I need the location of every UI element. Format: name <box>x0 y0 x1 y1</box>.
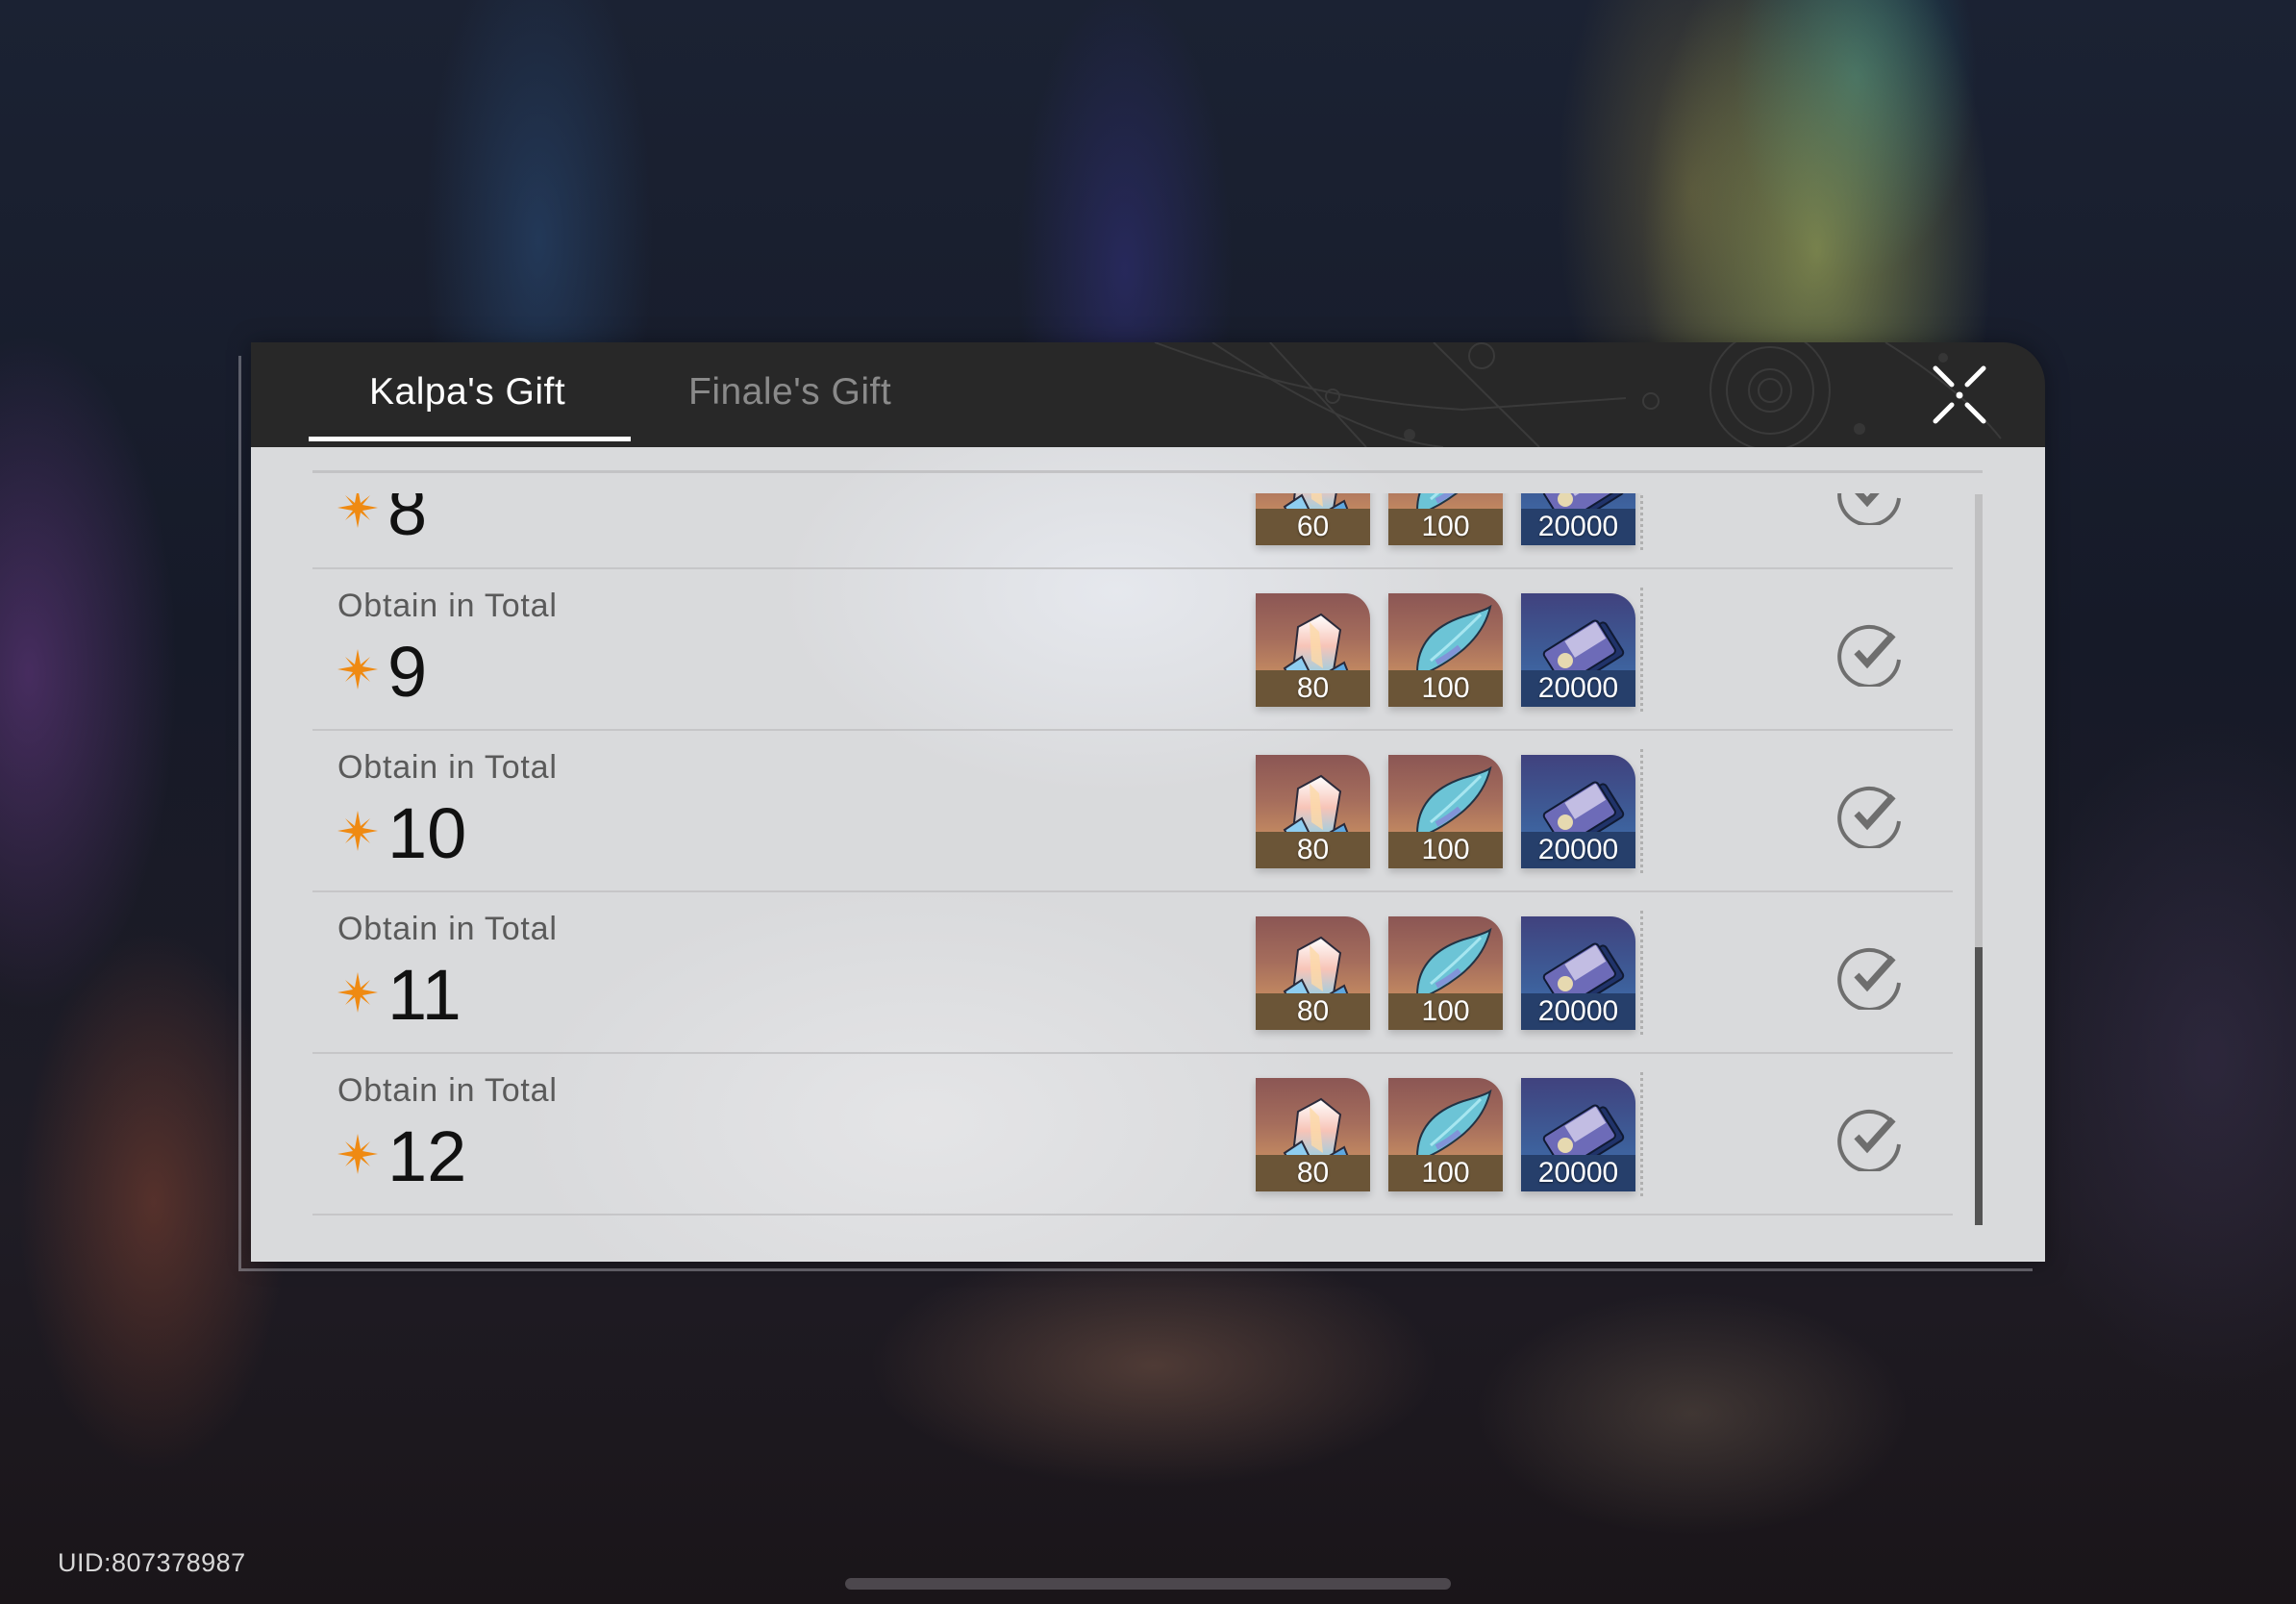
orange-star-icon <box>337 1134 378 1174</box>
tab-kalpas-gift[interactable]: Kalpa's Gift <box>369 363 565 421</box>
gift-panel: Kalpa's Gift Finale's Gift Obtain in Tot… <box>251 342 2045 1262</box>
claimed-check-icon <box>1837 624 1901 687</box>
orange-star-icon <box>337 972 378 1013</box>
reward-separator <box>1640 749 1643 874</box>
reward-item[interactable]: 80 <box>1256 1078 1370 1191</box>
tab-finales-gift[interactable]: Finale's Gift <box>688 363 891 421</box>
reward-list[interactable]: Obtain in Total 8 <box>312 493 1953 1224</box>
reward-items: 60 100 20000 <box>1256 493 1650 551</box>
reward-item[interactable]: 100 <box>1388 755 1503 868</box>
orange-star-icon <box>337 811 378 851</box>
row-count: 12 <box>387 1116 467 1196</box>
reward-item[interactable]: 80 <box>1256 916 1370 1030</box>
reward-items: 80 100 20000 <box>1256 749 1650 874</box>
reward-quantity: 80 <box>1256 993 1370 1030</box>
reward-quantity: 20000 <box>1521 509 1635 545</box>
reward-item[interactable]: 20000 <box>1521 755 1635 868</box>
panel-body: Obtain in Total 8 <box>251 447 2045 1262</box>
reward-quantity: 100 <box>1388 832 1503 868</box>
uid-label: UID:807378987 <box>58 1548 246 1577</box>
claimed-check-icon <box>1837 493 1901 525</box>
row-count: 9 <box>387 632 428 712</box>
close-button[interactable] <box>1920 363 1999 427</box>
list-top-divider <box>312 470 1983 473</box>
row-label: Obtain in Total <box>337 911 558 947</box>
row-label: Obtain in Total <box>337 1072 558 1109</box>
reward-row: Obtain in Total 12 80 100 20000 <box>312 1054 1953 1216</box>
reward-separator <box>1640 1072 1643 1197</box>
reward-item[interactable]: 80 <box>1256 593 1370 707</box>
reward-item[interactable]: 20000 <box>1521 493 1635 545</box>
claimed-check-icon <box>1837 947 1901 1010</box>
reward-item[interactable]: 80 <box>1256 755 1370 868</box>
row-count: 11 <box>387 955 462 1035</box>
home-indicator[interactable] <box>845 1578 1451 1590</box>
orange-star-icon <box>337 493 378 528</box>
orange-star-icon <box>337 649 378 689</box>
row-label: Obtain in Total <box>337 749 558 786</box>
panel-header: Kalpa's Gift Finale's Gift <box>251 342 2045 447</box>
reward-items: 80 100 20000 <box>1256 911 1650 1036</box>
reward-quantity: 20000 <box>1521 670 1635 707</box>
reward-quantity: 20000 <box>1521 993 1635 1030</box>
claimed-check-icon <box>1837 1109 1901 1171</box>
reward-quantity: 80 <box>1256 1155 1370 1191</box>
reward-separator <box>1640 493 1643 551</box>
reward-item[interactable]: 20000 <box>1521 1078 1635 1191</box>
reward-quantity: 60 <box>1256 509 1370 545</box>
reward-quantity: 20000 <box>1521 1155 1635 1191</box>
active-tab-indicator <box>309 437 631 441</box>
reward-item[interactable]: 20000 <box>1521 916 1635 1030</box>
reward-row: Obtain in Total 8 <box>312 493 1953 569</box>
scrollbar-thumb[interactable] <box>1975 947 1983 1225</box>
reward-item[interactable]: 100 <box>1388 493 1503 545</box>
reward-quantity: 100 <box>1388 670 1503 707</box>
reward-item[interactable]: 100 <box>1388 593 1503 707</box>
reward-items: 80 100 20000 <box>1256 1072 1650 1197</box>
reward-row: Obtain in Total 9 80 100 20000 <box>312 569 1953 731</box>
scrollbar-track[interactable] <box>1975 494 1983 1225</box>
reward-quantity: 100 <box>1388 993 1503 1030</box>
reward-separator <box>1640 588 1643 713</box>
reward-item[interactable]: 60 <box>1256 493 1370 545</box>
reward-row: Obtain in Total 10 80 100 20000 <box>312 731 1953 892</box>
reward-quantity: 20000 <box>1521 832 1635 868</box>
reward-item[interactable]: 100 <box>1388 916 1503 1030</box>
row-label: Obtain in Total <box>337 588 558 624</box>
reward-item[interactable]: 20000 <box>1521 593 1635 707</box>
reward-row: Obtain in Total 11 80 100 20000 <box>312 892 1953 1054</box>
claimed-check-icon <box>1837 786 1901 848</box>
reward-separator <box>1640 911 1643 1036</box>
reward-quantity: 80 <box>1256 670 1370 707</box>
close-x-icon <box>1933 365 1986 424</box>
reward-items: 80 100 20000 <box>1256 588 1650 713</box>
reward-quantity: 80 <box>1256 832 1370 868</box>
reward-quantity: 100 <box>1388 1155 1503 1191</box>
reward-item[interactable]: 100 <box>1388 1078 1503 1191</box>
reward-quantity: 100 <box>1388 509 1503 545</box>
row-count: 8 <box>387 493 428 550</box>
row-count: 10 <box>387 793 467 873</box>
